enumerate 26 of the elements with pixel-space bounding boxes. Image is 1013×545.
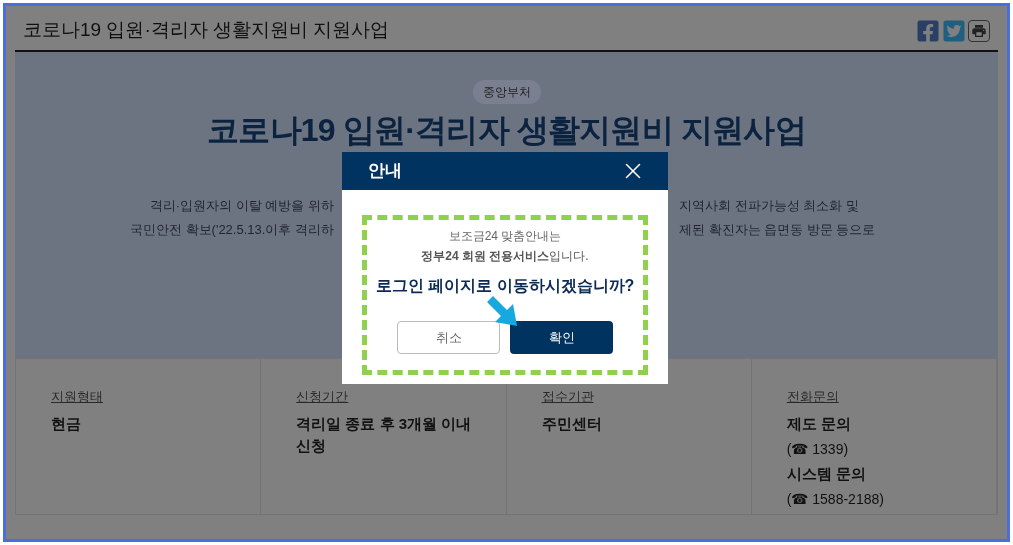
info-label: 지원형태 [51, 388, 103, 406]
dialog-question: 로그인 페이지로 이동하시겠습니까? [375, 276, 635, 296]
facebook-icon[interactable] [916, 18, 940, 43]
page-title: 코로나19 입원·격리자 생활지원비 지원사업 [23, 18, 390, 43]
info-label: 전화문의 [786, 388, 839, 406]
description-text: 국민안전 확보('22.5.13.이후 격리하 [128, 220, 334, 239]
confirm-button[interactable]: 확인 [510, 321, 613, 354]
info-label: 신청기간 [296, 388, 349, 406]
info-value: 현금 [51, 413, 82, 434]
dialog-intro: 보조금24 맞춤안내는 [448, 228, 562, 245]
category-badge: 중앙부처 [472, 80, 541, 104]
dialog-notice: 정부24 회원 전용서비스입니다. [421, 248, 589, 265]
info-value: 주민센터 [541, 413, 603, 434]
print-icon[interactable] [968, 19, 990, 42]
description-text: 격리·입원자의 이탈 예방을 위하 [148, 197, 334, 215]
info-value: 제도 문의 [786, 413, 852, 434]
description-text: 제된 확진자는 읍면동 방문 등으로 [679, 220, 877, 239]
hero-title: 코로나19 입원·격리자 생활지원비 지원사업 [207, 112, 806, 148]
description-text: 지역사회 전파가능성 최소화 및 [679, 197, 860, 215]
info-value: 시스템 문의 [786, 463, 867, 484]
info-value: (☎ 1588-2188) [786, 489, 885, 509]
info-value: 격리일 종료 후 3개월 이내 신청 [296, 413, 473, 456]
cancel-button[interactable]: 취소 [397, 321, 500, 354]
dialog-title: 안내 [368, 160, 402, 183]
info-value: (☎ 1339) [786, 439, 850, 459]
info-label: 접수기관 [541, 388, 594, 406]
